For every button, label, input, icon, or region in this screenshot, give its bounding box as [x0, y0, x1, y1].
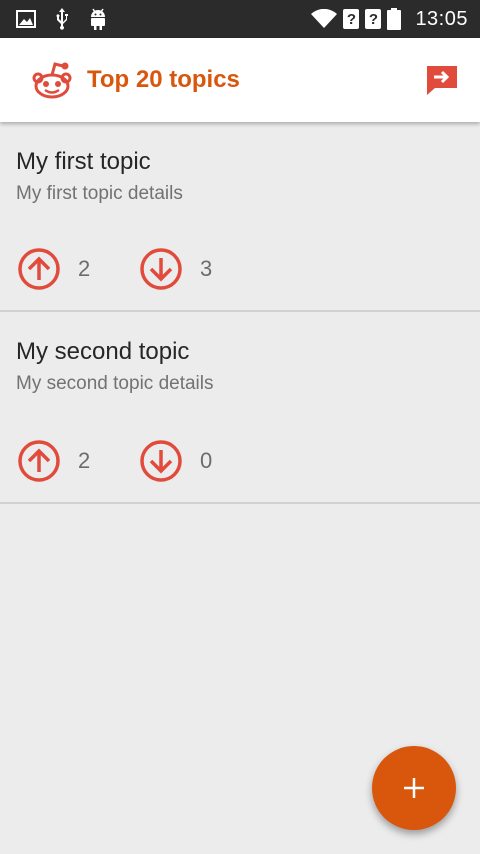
topic-details: My second topic details	[16, 373, 214, 394]
arrow-up-circle-icon	[18, 440, 60, 482]
wifi-icon	[311, 9, 338, 29]
downvote-button[interactable]	[138, 246, 184, 292]
upvote-button[interactable]	[16, 246, 62, 292]
arrow-up-circle-icon	[18, 248, 60, 290]
topic-item[interactable]: My first topic My first topic details 2 …	[0, 122, 480, 312]
status-left-icons	[16, 8, 108, 30]
image-icon	[16, 9, 36, 29]
arrow-down-circle-icon	[140, 440, 182, 482]
status-time: 13:05	[415, 7, 468, 30]
topic-title: My second topic	[16, 338, 190, 365]
status-right-icons: ? ? 13:05	[311, 8, 468, 31]
page-title: Top 20 topics	[87, 66, 240, 93]
add-topic-button[interactable]	[372, 746, 456, 830]
downvote-button[interactable]	[138, 438, 184, 484]
topic-list: My first topic My first topic details 2 …	[0, 122, 480, 504]
sim-unknown-icon: ?	[343, 9, 360, 29]
share-button[interactable]	[424, 62, 460, 98]
upvote-count: 2	[78, 448, 91, 473]
reddit-alien-icon	[32, 60, 72, 100]
vote-row: 2 0	[16, 438, 260, 484]
vote-row: 2 3	[16, 246, 260, 292]
topic-title: My first topic	[16, 148, 151, 175]
downvote-count: 0	[200, 448, 213, 473]
topic-details: My first topic details	[16, 183, 183, 204]
battery-icon	[387, 8, 402, 30]
upvote-count: 2	[78, 256, 91, 281]
share-exit-icon	[427, 66, 457, 95]
arrow-down-circle-icon	[140, 248, 182, 290]
upvote-button[interactable]	[16, 438, 62, 484]
usb-icon	[54, 8, 70, 30]
app-bar: Top 20 topics	[0, 38, 480, 122]
sim-unknown-icon: ?	[365, 9, 382, 29]
status-bar: ? ? 13:05	[0, 0, 480, 38]
topic-item[interactable]: My second topic My second topic details …	[0, 312, 480, 504]
android-icon	[88, 8, 108, 30]
plus-icon	[404, 778, 424, 798]
downvote-count: 3	[200, 256, 213, 281]
